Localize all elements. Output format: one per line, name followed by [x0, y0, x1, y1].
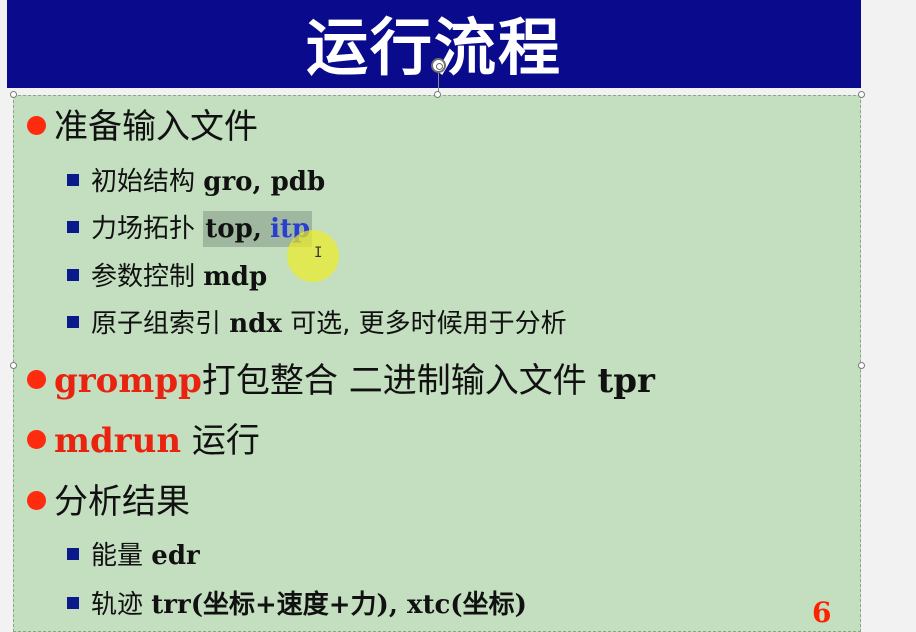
resize-handle-top-right[interactable]: [858, 91, 865, 98]
bullet-dot-icon: [27, 430, 46, 449]
bullet-grompp[interactable]: grompp打包整合 二进制输入文件 tpr: [27, 364, 655, 398]
sub-bullet-atom-index[interactable]: 原子组索引 ndx 可选, 更多时候用于分析: [67, 311, 567, 337]
resize-handle-top-left[interactable]: [10, 91, 17, 98]
slide-page-number: 6: [812, 596, 832, 629]
square-bullet-icon: [67, 315, 79, 328]
square-bullet-icon: [67, 220, 79, 233]
square-bullet-icon: [67, 173, 79, 186]
rotate-handle-icon[interactable]: [431, 58, 446, 73]
cursor-highlight-icon: [287, 230, 339, 282]
rotate-stem: [438, 73, 439, 93]
sub-bullet-forcefield-topology[interactable]: 力场拓扑 top, itp: [67, 211, 313, 247]
bullet-dot-icon: [27, 370, 46, 389]
square-bullet-icon: [67, 268, 79, 281]
bullet-dot-icon: [27, 116, 46, 135]
sub-bullet-initial-structure[interactable]: 初始结构 gro, pdb: [67, 169, 325, 195]
resize-handle-top-center[interactable]: [434, 91, 441, 98]
square-bullet-icon: [67, 547, 79, 560]
resize-handle-middle-right[interactable]: [858, 362, 865, 369]
bullet-dot-icon: [27, 491, 46, 510]
square-bullet-icon: [67, 596, 79, 609]
sub-bullet-parameter-control[interactable]: 参数控制 mdp: [67, 264, 267, 290]
resize-handle-middle-left[interactable]: [10, 362, 17, 369]
bullet-prepare-inputs[interactable]: 准备输入文件: [27, 110, 258, 144]
sub-bullet-trajectory[interactable]: 轨迹 trr(坐标+速度+力), xtc(坐标): [67, 592, 527, 618]
bullet-analyze-results[interactable]: 分析结果: [27, 485, 190, 519]
bullet-mdrun[interactable]: mdrun 运行: [27, 424, 260, 458]
sub-bullet-energy[interactable]: 能量 edr: [67, 543, 200, 569]
text-cursor-icon: I: [314, 245, 323, 261]
slide-title-bar: 运行流程: [7, 0, 861, 88]
slide-title[interactable]: 运行流程: [306, 0, 562, 87]
